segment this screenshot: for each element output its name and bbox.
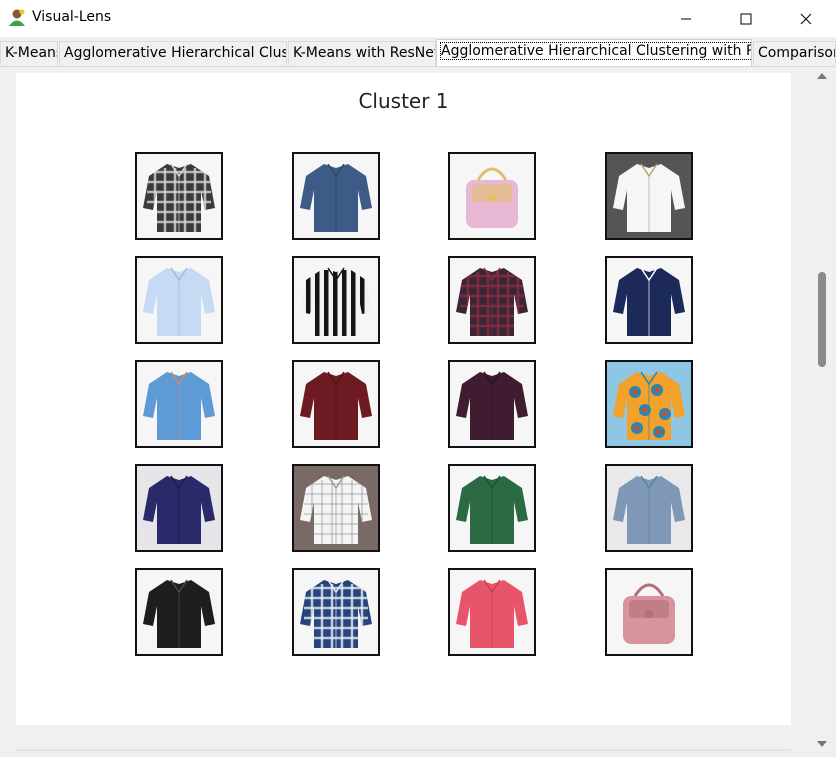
shirt-icon	[137, 154, 221, 238]
product-image-shirt	[135, 568, 223, 656]
shirt-icon	[294, 570, 378, 654]
shirt-icon	[450, 466, 534, 550]
tab-label: Agglomerative Hierarchical Clustering	[64, 45, 286, 61]
shirt-icon	[294, 154, 378, 238]
horizontal-divider	[16, 749, 791, 751]
shirt-icon	[137, 258, 221, 342]
scroll-up-icon[interactable]	[816, 71, 828, 81]
shirt-icon	[137, 466, 221, 550]
shirt-icon	[607, 258, 691, 342]
tab-bar: K-Means Agglomerative Hierarchical Clust…	[0, 37, 836, 67]
product-image-shirt	[292, 464, 380, 552]
minimize-icon	[681, 18, 691, 19]
shirt-icon	[450, 570, 534, 654]
product-image-shirt	[448, 256, 536, 344]
tab-agglomerative[interactable]: Agglomerative Hierarchical Clustering	[59, 41, 287, 65]
shirt-icon	[607, 154, 691, 238]
shirt-icon	[450, 258, 534, 342]
title-bar: Visual-Lens	[0, 0, 836, 37]
product-image-shirt	[135, 360, 223, 448]
app-icon	[9, 9, 25, 26]
product-image-bag	[448, 152, 536, 240]
maximize-icon	[740, 13, 752, 24]
scroll-thumb[interactable]	[818, 272, 826, 367]
product-image-shirt	[135, 464, 223, 552]
bag-icon	[450, 154, 534, 238]
minimize-button[interactable]	[656, 0, 716, 37]
shirt-icon	[137, 570, 221, 654]
tab-label: Agglomerative Hierarchical Clustering wi…	[440, 42, 751, 60]
product-image-shirt	[448, 464, 536, 552]
shirt-icon	[607, 362, 691, 446]
tab-label: K-Means	[5, 45, 58, 61]
product-image-shirt	[605, 360, 693, 448]
cluster-canvas: Cluster 1	[16, 73, 791, 725]
tab-label: K-Means with ResNet	[293, 45, 436, 61]
tab-content: Cluster 1	[0, 67, 836, 757]
bag-icon	[607, 570, 691, 654]
tab-comparison[interactable]: Comparison	[753, 41, 836, 65]
tab-k-means-resnet[interactable]: K-Means with ResNet	[288, 41, 436, 65]
product-image-shirt	[605, 464, 693, 552]
shirt-icon	[607, 466, 691, 550]
product-image-shirt	[605, 152, 693, 240]
tab-agglomerative-resnet[interactable]: Agglomerative Hierarchical Clustering wi…	[436, 39, 752, 66]
product-image-shirt	[448, 568, 536, 656]
shirt-icon	[294, 362, 378, 446]
product-image-shirt	[292, 568, 380, 656]
product-image-shirt	[292, 152, 380, 240]
tab-label: Comparison	[758, 45, 836, 61]
shirt-icon	[294, 466, 378, 550]
cluster-title: Cluster 1	[358, 89, 449, 113]
product-image-shirt	[448, 360, 536, 448]
tab-k-means[interactable]: K-Means	[0, 41, 58, 65]
product-image-shirt	[605, 256, 693, 344]
window-title: Visual-Lens	[32, 9, 112, 25]
shirt-icon	[137, 362, 221, 446]
close-icon	[800, 13, 812, 24]
shirt-icon	[294, 258, 378, 342]
product-image-bag	[605, 568, 693, 656]
vertical-scrollbar[interactable]	[812, 67, 836, 757]
product-image-shirt	[292, 360, 380, 448]
product-image-shirt	[292, 256, 380, 344]
product-image-shirt	[135, 256, 223, 344]
shirt-icon	[450, 362, 534, 446]
maximize-button[interactable]	[716, 0, 776, 37]
close-button[interactable]	[776, 0, 836, 37]
product-image-shirt	[135, 152, 223, 240]
scroll-down-icon[interactable]	[816, 739, 828, 749]
